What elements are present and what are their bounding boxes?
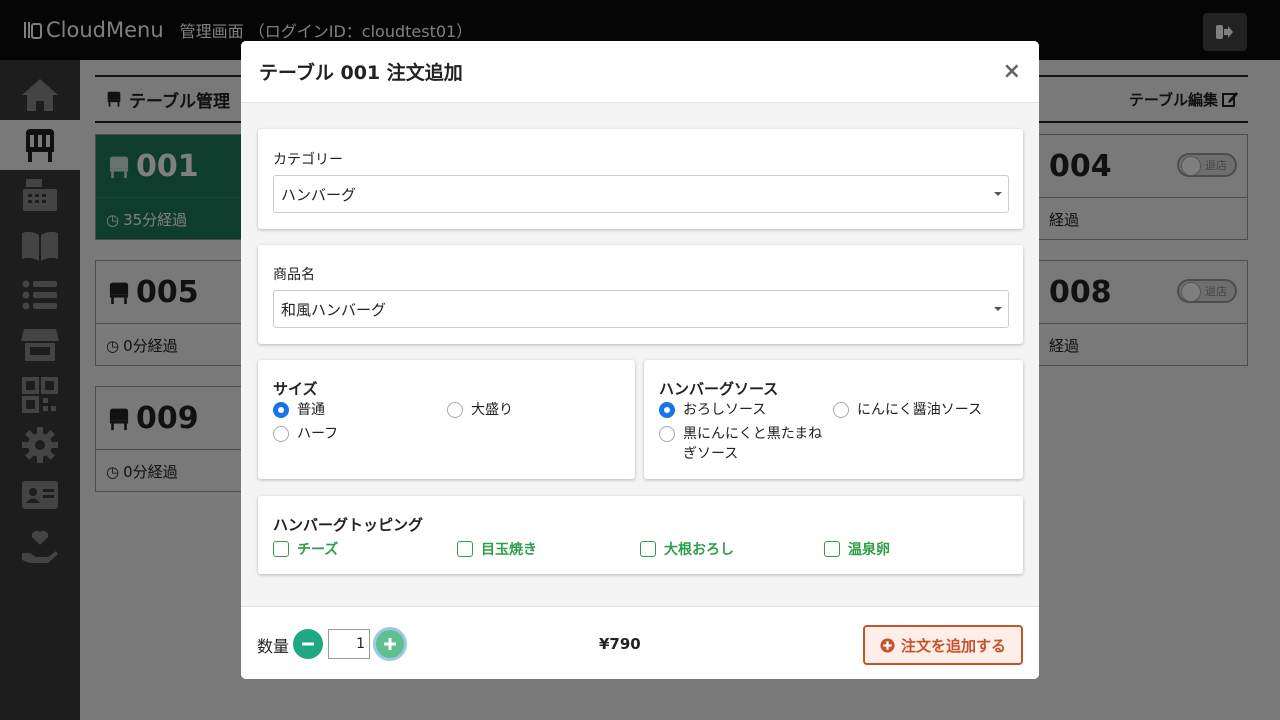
category-select[interactable]: ハンバーグ: [273, 175, 1009, 213]
option-label: 黒にんにくと黒たまね ぎソース: [683, 424, 822, 464]
option-label: 大盛り: [471, 402, 513, 418]
radio-unchecked-icon: [273, 426, 289, 442]
product-label: 商品名: [273, 267, 315, 283]
topping-panel: ハンバーグトッピング チーズ 目玉焼き 大根おろし 温泉卵: [258, 496, 1023, 574]
option-label-line1: 黒にんにくと黒たまね: [683, 426, 823, 442]
quantity-label: 数量: [257, 637, 290, 656]
topping-option-fried-egg[interactable]: 目玉焼き: [457, 539, 537, 559]
add-order-button[interactable]: 注文を追加する: [863, 625, 1023, 665]
radio-checked-icon: [659, 402, 675, 418]
category-panel: カテゴリー ハンバーグ: [258, 129, 1023, 229]
sauce-option-oroshi[interactable]: おろしソース: [659, 400, 766, 420]
size-option-half[interactable]: ハーフ: [273, 424, 338, 444]
size-title: サイズ: [273, 380, 318, 398]
modal-footer: 数量 1 ¥790 注文を追加する: [241, 606, 1039, 679]
sauce-option-garlic-soy[interactable]: にんにく醤油ソース: [833, 400, 982, 420]
option-label: 温泉卵: [848, 542, 890, 558]
close-button[interactable]: ×: [1003, 59, 1021, 84]
checkbox-icon: [640, 541, 656, 557]
radio-unchecked-icon: [833, 402, 849, 418]
quantity-input[interactable]: 1: [328, 629, 370, 659]
quantity-decrease-button[interactable]: [293, 629, 323, 659]
add-order-label: 注文を追加する: [900, 636, 1006, 655]
plus-circle-icon: [880, 637, 895, 653]
topping-title: ハンバーグトッピング: [273, 516, 424, 534]
checkbox-icon: [273, 541, 289, 557]
topping-option-onsen-egg[interactable]: 温泉卵: [824, 539, 890, 559]
sauce-title: ハンバーグソース: [659, 380, 779, 398]
size-option-large[interactable]: 大盛り: [447, 400, 513, 420]
option-label: 大根おろし: [664, 542, 734, 558]
size-panel: サイズ 普通 大盛り ハーフ: [258, 360, 635, 479]
product-panel: 商品名 和風ハンバーグ: [258, 245, 1023, 344]
option-label: 目玉焼き: [481, 542, 537, 558]
topping-option-daikon[interactable]: 大根おろし: [640, 539, 734, 559]
size-option-normal[interactable]: 普通: [273, 400, 325, 420]
order-add-modal: テーブル 001 注文追加 × カテゴリー ハンバーグ 商品名 和風ハンバーグ …: [241, 41, 1039, 679]
option-label-line2: ぎソース: [683, 446, 739, 462]
radio-unchecked-icon: [659, 426, 675, 442]
product-select[interactable]: 和風ハンバーグ: [273, 290, 1009, 328]
option-label: 普通: [297, 402, 325, 418]
product-value: 和風ハンバーグ: [281, 300, 387, 319]
option-label: チーズ: [297, 542, 339, 558]
caret-down-icon: [994, 192, 1002, 196]
option-label: にんにく醤油ソース: [857, 402, 983, 418]
checkbox-icon: [457, 541, 473, 557]
caret-down-icon: [994, 307, 1002, 311]
radio-unchecked-icon: [447, 402, 463, 418]
checkbox-icon: [824, 541, 840, 557]
topping-option-cheese[interactable]: チーズ: [273, 539, 338, 559]
minus-icon: [302, 642, 314, 646]
category-value: ハンバーグ: [281, 185, 357, 204]
option-label: ハーフ: [297, 426, 339, 442]
radio-checked-icon: [273, 402, 289, 418]
modal-header: テーブル 001 注文追加 ×: [241, 41, 1039, 103]
category-label: カテゴリー: [273, 152, 343, 168]
total-price: ¥790: [599, 635, 641, 653]
option-label: おろしソース: [683, 402, 767, 418]
quantity-increase-button[interactable]: [373, 627, 407, 661]
modal-title: テーブル 001 注文追加: [259, 62, 463, 84]
sauce-panel: ハンバーグソース おろしソース にんにく醤油ソース 黒にんにくと黒たまね ぎソース: [644, 360, 1023, 479]
sauce-option-black-garlic[interactable]: 黒にんにくと黒たまね ぎソース: [659, 424, 822, 464]
plus-icon: [384, 638, 396, 650]
